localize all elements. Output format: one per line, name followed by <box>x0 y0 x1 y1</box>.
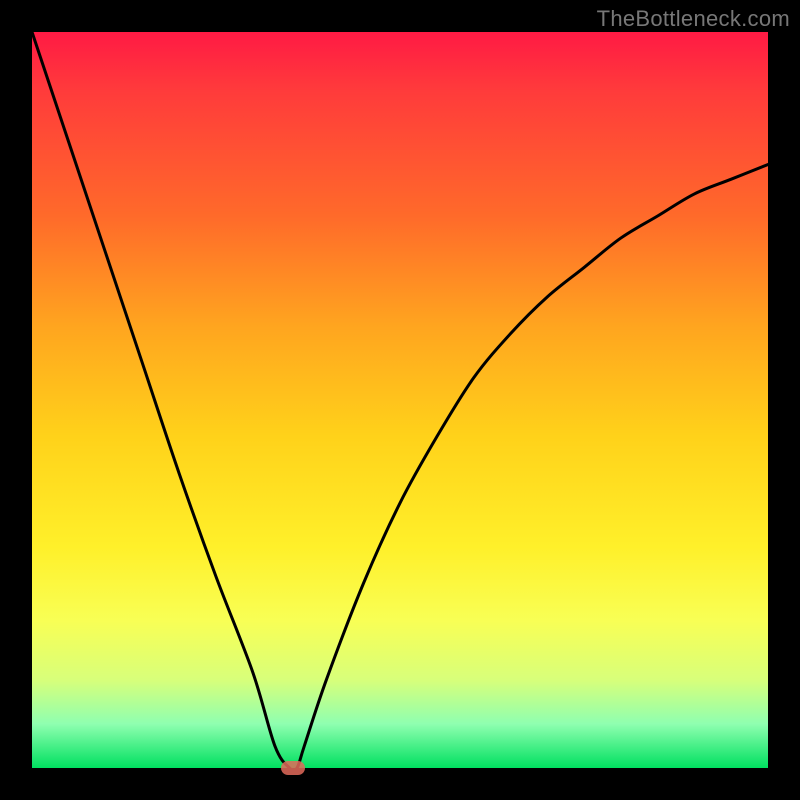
chart-plot-area <box>32 32 768 768</box>
optimal-point-marker <box>281 761 305 775</box>
bottleneck-curve <box>32 32 768 768</box>
watermark-text: TheBottleneck.com <box>597 6 790 32</box>
